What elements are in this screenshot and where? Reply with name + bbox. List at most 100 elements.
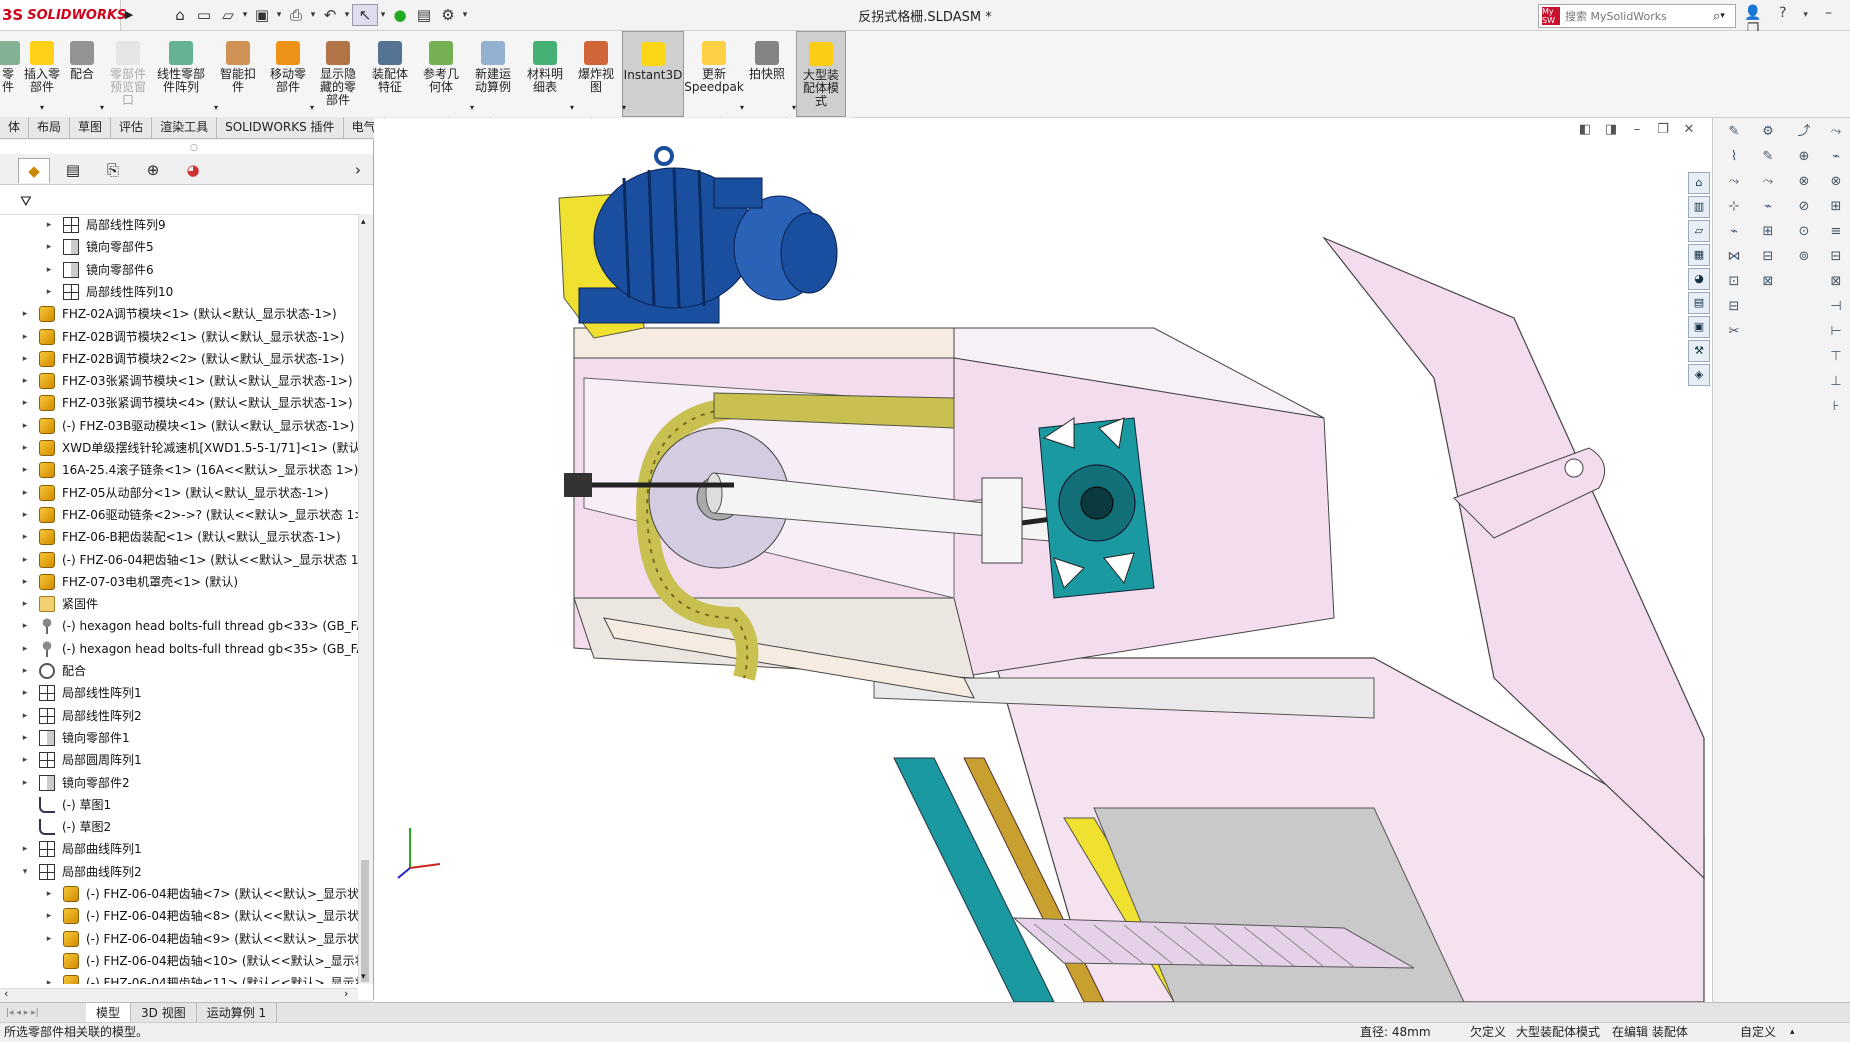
snapshot-button[interactable]: 拍快照	[746, 31, 788, 115]
options-gear-icon[interactable]: ⚙	[436, 5, 460, 25]
forum-icon[interactable]: ▣	[1688, 316, 1710, 338]
tree-item[interactable]: ▸ 镜向零部件5	[0, 236, 358, 258]
weld-icon-5[interactable]: ≡	[1823, 221, 1849, 243]
print-icon[interactable]: ⎙	[284, 5, 308, 25]
tree-item[interactable]: (-) 草图2	[0, 816, 358, 838]
ribbon-dropdown-icon[interactable]: ▾	[792, 103, 796, 112]
expand-arrow-icon[interactable]: ▸	[43, 259, 55, 281]
menu-expand-icon[interactable]: ▶	[122, 5, 136, 25]
dimxpert-tab-icon[interactable]: ⊕	[138, 158, 168, 182]
tree-item[interactable]: ▸ 局部线性阵列9	[0, 214, 358, 236]
tree-item[interactable]: ▸ 局部线性阵列2	[0, 705, 358, 727]
solidworks-logo[interactable]: 3S SOLIDWORKS	[0, 0, 126, 30]
tree-item[interactable]: ▸ FHZ-05从动部分<1> (默认<默认_显示状态-1>)	[0, 482, 358, 504]
graphics-viewport[interactable]: ◧ ◨ – ❐ ✕	[374, 118, 1712, 1002]
routing-icon-3[interactable]: ⤳	[1755, 171, 1781, 193]
weld-icon-6[interactable]: ⊟	[1823, 246, 1849, 268]
ribbon-dropdown-icon[interactable]: ▾	[740, 103, 744, 112]
tree-item[interactable]: ▸ 镜向零部件6	[0, 259, 358, 281]
rebuild-traffic-light-icon[interactable]: ●	[388, 5, 412, 25]
expand-arrow-icon[interactable]: ▸	[19, 303, 31, 325]
routing-icon-5[interactable]: ⊞	[1755, 221, 1781, 243]
weld-icon-3[interactable]: ⊗	[1823, 171, 1849, 193]
assembly-features-button[interactable]: 装配体 特征	[366, 31, 414, 115]
tree-item[interactable]: ▸ 局部线性阵列10	[0, 281, 358, 303]
toolbox-icon[interactable]: ⚒	[1688, 340, 1710, 362]
expand-arrow-icon[interactable]: ▸	[43, 972, 55, 984]
new-motion-study-button[interactable]: 新建运 动算例	[470, 31, 516, 115]
tree-item[interactable]: ▸ (-) hexagon head bolts-full thread gb<3…	[0, 615, 358, 637]
sketch-tool-icon-3[interactable]: ⤳	[1721, 171, 1747, 193]
ribbon-dropdown-icon[interactable]: ▾	[622, 103, 626, 112]
expand-arrow-icon[interactable]: ▸	[19, 326, 31, 348]
help-icon[interactable]: ?	[1770, 5, 1796, 21]
tree-item[interactable]: ▸ 紧固件	[0, 593, 358, 615]
expand-arrow-icon[interactable]: ▸	[19, 638, 31, 660]
sketch-tool-icon-4[interactable]: ⊹	[1721, 196, 1747, 218]
ribbon-dropdown-icon[interactable]: ▾	[470, 103, 474, 112]
linear-pattern-button[interactable]: 线性零部 件阵列	[156, 31, 206, 115]
expand-arrow-icon[interactable]: ▸	[19, 348, 31, 370]
3dcontent-icon[interactable]: ◈	[1688, 364, 1710, 386]
tab-2[interactable]: 草图	[70, 117, 112, 138]
expand-arrow-icon[interactable]: ▸	[19, 749, 31, 771]
pipe-icon-6[interactable]: ⊚	[1791, 246, 1817, 268]
scroll-right-icon[interactable]: ›	[344, 987, 348, 1000]
sketch-tool-icon-5[interactable]: ⌁	[1721, 221, 1747, 243]
expand-arrow-icon[interactable]: ▸	[43, 928, 55, 950]
tree-item[interactable]: ▸ 局部曲线阵列1	[0, 838, 358, 860]
expand-arrow-icon[interactable]: ▸	[43, 281, 55, 303]
expand-arrow-icon[interactable]: ▸	[19, 459, 31, 481]
expand-arrow-icon[interactable]: ▸	[19, 482, 31, 504]
expand-arrow-icon[interactable]: ▸	[19, 772, 31, 794]
tree-item[interactable]: (-) FHZ-06-04耙齿轴<10> (默认<<默认>_显示状	[0, 950, 358, 972]
tab-3[interactable]: 评估	[111, 117, 153, 138]
tab-0[interactable]: 体	[0, 117, 30, 138]
tree-item[interactable]: ▸ 局部圆周阵列1	[0, 749, 358, 771]
tab-4[interactable]: 渲染工具	[152, 117, 218, 138]
sketch-tool-icon-6[interactable]: ⋈	[1721, 246, 1747, 268]
sketch-tool-icon-1[interactable]: ✎	[1721, 121, 1747, 143]
tree-item[interactable]: ▾ 局部曲线阵列2	[0, 861, 358, 883]
tree-item[interactable]: ▸ 镜向零部件2	[0, 772, 358, 794]
pipe-icon-1[interactable]: ⤴	[1791, 121, 1817, 143]
tree-item[interactable]: ▸ FHZ-02B调节模块2<1> (默认<默认_显示状态-1>)	[0, 326, 358, 348]
large-assembly-mode-button[interactable]: 大型装 配体模 式	[796, 31, 846, 117]
pipe-icon-5[interactable]: ⊙	[1791, 221, 1817, 243]
tree-item[interactable]: ▸ FHZ-03张紧调节模块<4> (默认<默认_显示状态-1>)	[0, 392, 358, 414]
print-dropdown-icon[interactable]: ▾	[308, 5, 318, 25]
minimize-icon[interactable]: –	[1815, 5, 1841, 21]
open-dropdown-icon[interactable]: ▾	[240, 5, 250, 25]
pipe-icon-3[interactable]: ⊗	[1791, 171, 1817, 193]
routing-icon-4[interactable]: ⌁	[1755, 196, 1781, 218]
user-icon[interactable]: 👤	[1740, 5, 1766, 21]
home-icon[interactable]: ⌂	[168, 5, 192, 25]
expand-arrow-icon[interactable]: ▸	[43, 905, 55, 927]
routing-icon-1[interactable]: ⚙	[1755, 121, 1781, 143]
left-edge-button[interactable]: 零 件	[0, 31, 20, 115]
tree-item[interactable]: ▸ FHZ-02B调节模块2<2> (默认<默认_显示状态-1>)	[0, 348, 358, 370]
tree-item[interactable]: ▸ XWD单级摆线针轮减速机[XWD1.5-5-1/71]<1> (默认	[0, 437, 358, 459]
file-explorer-icon[interactable]: ▱	[1688, 220, 1710, 242]
panel-tabs-more-icon[interactable]: ›	[350, 158, 366, 182]
tree-item[interactable]: ▸ FHZ-06-B耙齿装配<1> (默认<默认_显示状态-1>)	[0, 526, 358, 548]
tree-item[interactable]: ▸ 配合	[0, 660, 358, 682]
search-box[interactable]: My SW ⌕ ▾	[1538, 4, 1736, 28]
expand-arrow-icon[interactable]: ▸	[19, 593, 31, 615]
expand-arrow-icon[interactable]: ▸	[19, 526, 31, 548]
feature-manager-tab-icon[interactable]: ◆	[18, 158, 50, 183]
routing-icon-7[interactable]: ⊠	[1755, 271, 1781, 293]
tree-horizontal-scrollbar[interactable]: ‹ ›	[0, 987, 358, 1003]
filter-funnel-icon[interactable]: ⛛	[20, 194, 32, 210]
sketch-tool-icon-9[interactable]: ✂	[1721, 321, 1747, 343]
expand-arrow-icon[interactable]: ▸	[19, 727, 31, 749]
bottom-tab-2[interactable]: 运动算例 1	[197, 1003, 278, 1023]
tree-item[interactable]: ▸ FHZ-03张紧调节模块<1> (默认<默认_显示状态-1>)	[0, 370, 358, 392]
expand-arrow-icon[interactable]: ▸	[19, 504, 31, 526]
save-icon[interactable]: ▣	[250, 5, 274, 25]
expand-arrow-icon[interactable]: ▸	[19, 660, 31, 682]
view-palette-icon[interactable]: ▦	[1688, 244, 1710, 266]
expand-arrow-icon[interactable]: ▸	[43, 214, 55, 236]
pipe-icon-4[interactable]: ⊘	[1791, 196, 1817, 218]
weld-icon-4[interactable]: ⊞	[1823, 196, 1849, 218]
